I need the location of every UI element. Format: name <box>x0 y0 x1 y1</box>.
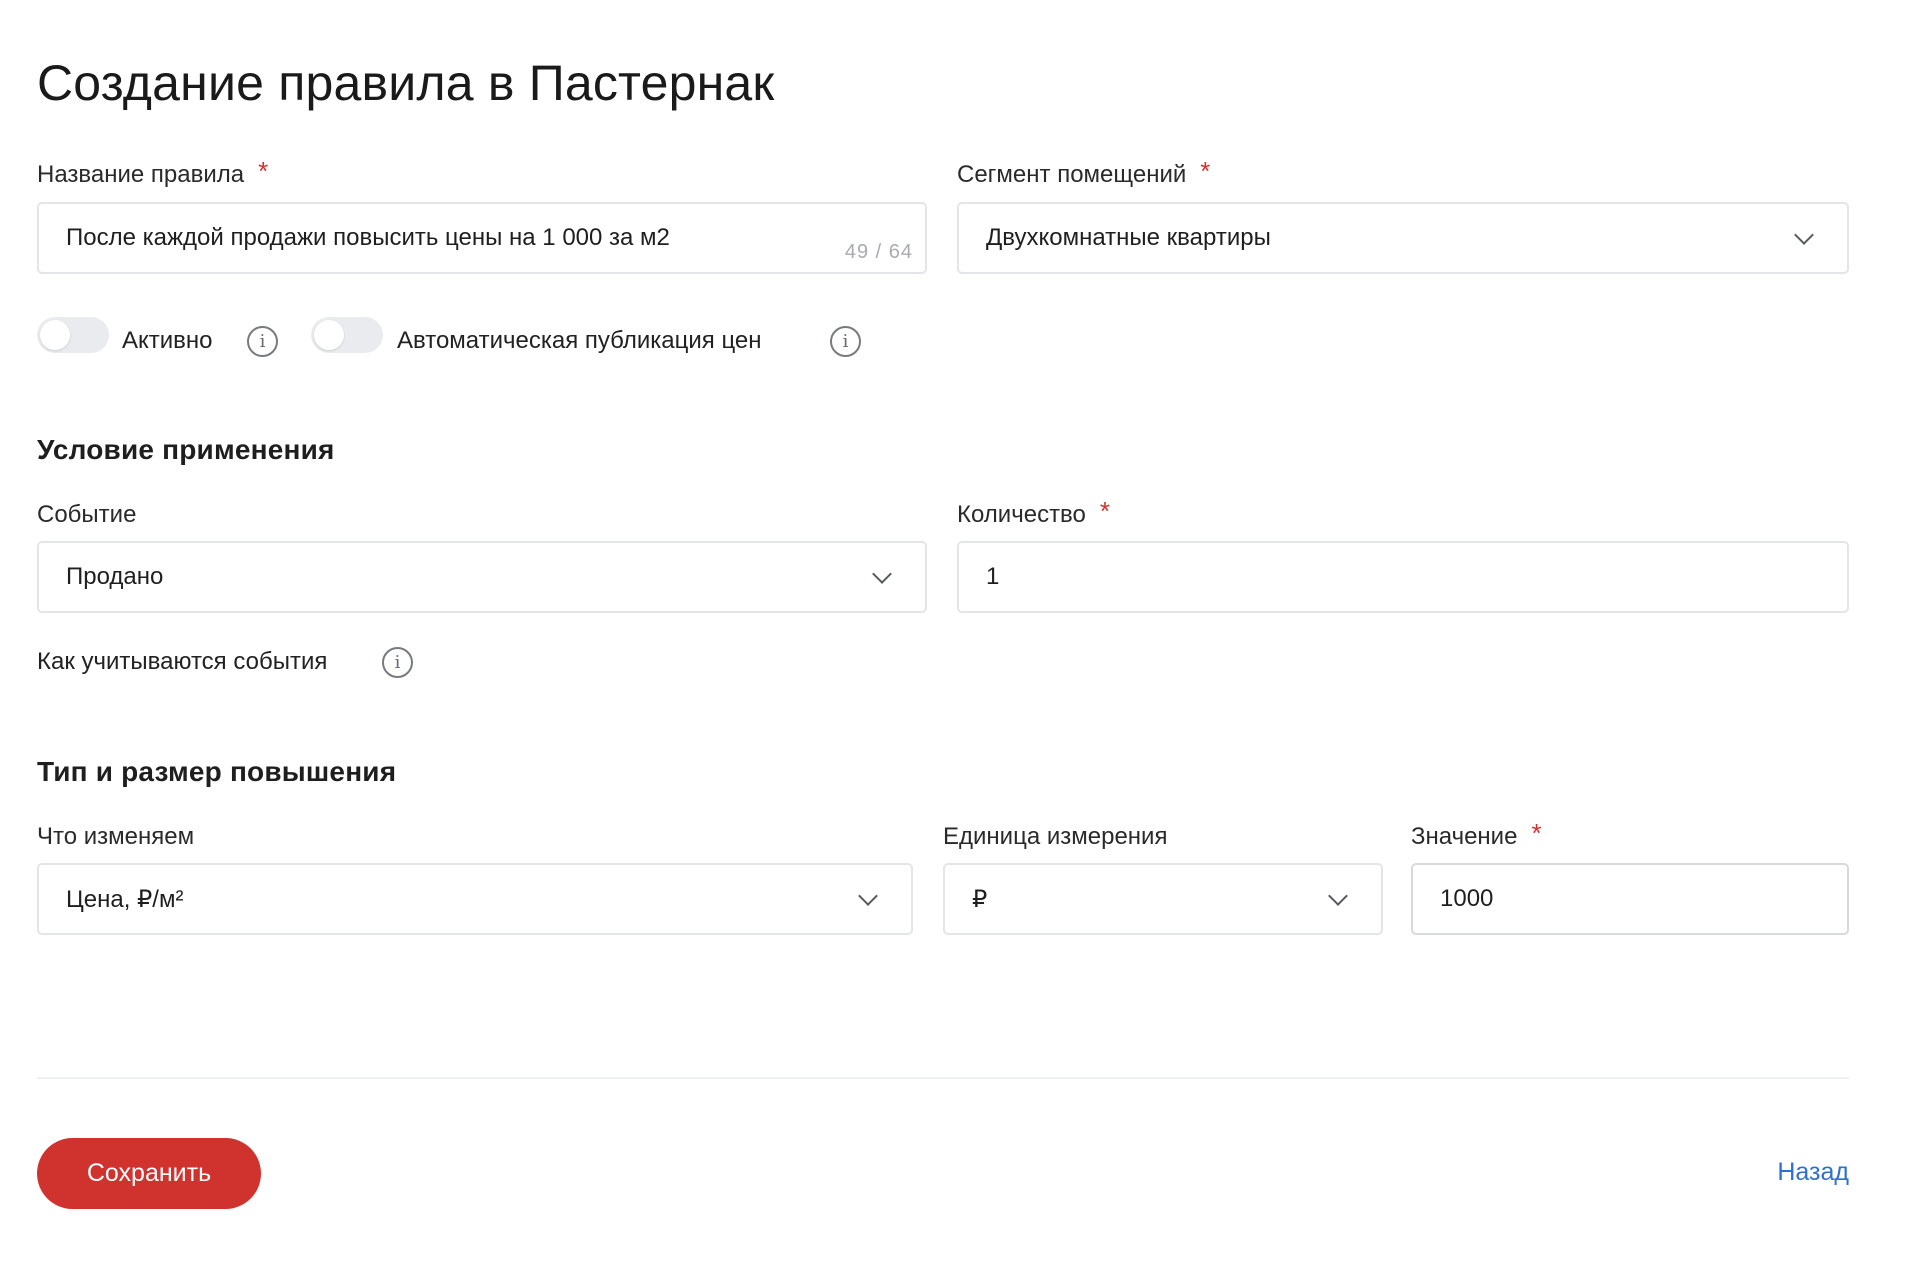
chevron-down-icon <box>1794 225 1814 245</box>
active-toggle-label: Активно <box>122 327 213 354</box>
unit-select[interactable]: ₽ <box>943 863 1383 935</box>
required-mark: * <box>1531 818 1542 848</box>
condition-section-title: Условие применения <box>37 434 335 465</box>
amount-label: Значение * <box>1411 818 1542 852</box>
what-value: Цена, ₽/м² <box>66 885 184 913</box>
segment-label-text: Сегмент помещений <box>957 161 1187 188</box>
segment-select[interactable]: Двухкомнатные квартиры <box>957 202 1849 274</box>
what-select[interactable]: Цена, ₽/м² <box>37 863 913 935</box>
amount-value: 1000 <box>1440 885 1494 912</box>
amount-label-text: Значение <box>1411 823 1518 850</box>
rule-name-label-text: Название правила <box>37 161 245 188</box>
rule-create-page: Создание правила в Пастернак Название пр… <box>0 0 1920 1265</box>
save-button[interactable]: Сохранить <box>37 1138 261 1209</box>
toggle-knob <box>314 320 344 350</box>
what-label-text: Что изменяем <box>37 823 195 850</box>
rule-name-value: После каждой продажи повысить цены на 1 … <box>66 224 670 251</box>
unit-label-text: Единица измерения <box>943 823 1168 850</box>
rule-name-input[interactable]: После каждой продажи повысить цены на 1 … <box>37 202 927 274</box>
chevron-down-icon <box>1328 886 1348 906</box>
required-mark: * <box>1200 156 1211 186</box>
segment-value: Двухкомнатные квартиры <box>986 224 1271 251</box>
auto-publish-toggle-label: Автоматическая публикация цен <box>397 327 762 354</box>
amount-input[interactable]: 1000 <box>1411 863 1849 935</box>
required-mark: * <box>1099 496 1111 526</box>
unit-label: Единица измерения <box>943 822 1167 852</box>
event-label: Событие <box>37 500 136 530</box>
page-title: Создание правила в Пастернак <box>37 55 775 111</box>
unit-value: ₽ <box>972 885 988 913</box>
chevron-down-icon <box>872 564 892 584</box>
quantity-input[interactable]: 1 <box>957 541 1849 613</box>
events-hint-label: Как учитываются события <box>37 648 328 675</box>
chevron-down-icon <box>858 886 878 906</box>
back-link[interactable]: Назад <box>1777 1158 1849 1187</box>
required-mark: * <box>258 156 269 186</box>
quantity-label: Количество * <box>957 496 1111 530</box>
event-label-text: Событие <box>37 501 137 528</box>
info-circle-icon[interactable]: i <box>247 326 278 357</box>
event-select[interactable]: Продано <box>37 541 927 613</box>
auto-publish-toggle[interactable] <box>311 317 383 353</box>
active-toggle[interactable] <box>37 317 109 353</box>
increase-section-title: Тип и размер повышения <box>37 756 397 787</box>
footer-divider <box>37 1077 1849 1079</box>
toggle-knob <box>40 320 70 350</box>
info-circle-icon[interactable]: i <box>830 326 861 357</box>
segment-label: Сегмент помещений * <box>957 156 1211 190</box>
quantity-label-text: Количество <box>957 501 1086 528</box>
quantity-value: 1 <box>986 563 1000 590</box>
rule-name-label: Название правила * <box>37 156 269 190</box>
info-circle-icon[interactable]: i <box>382 647 413 678</box>
rule-name-char-counter: 49 / 64 <box>844 241 913 263</box>
what-label: Что изменяем <box>37 822 194 852</box>
event-value: Продано <box>66 563 164 590</box>
